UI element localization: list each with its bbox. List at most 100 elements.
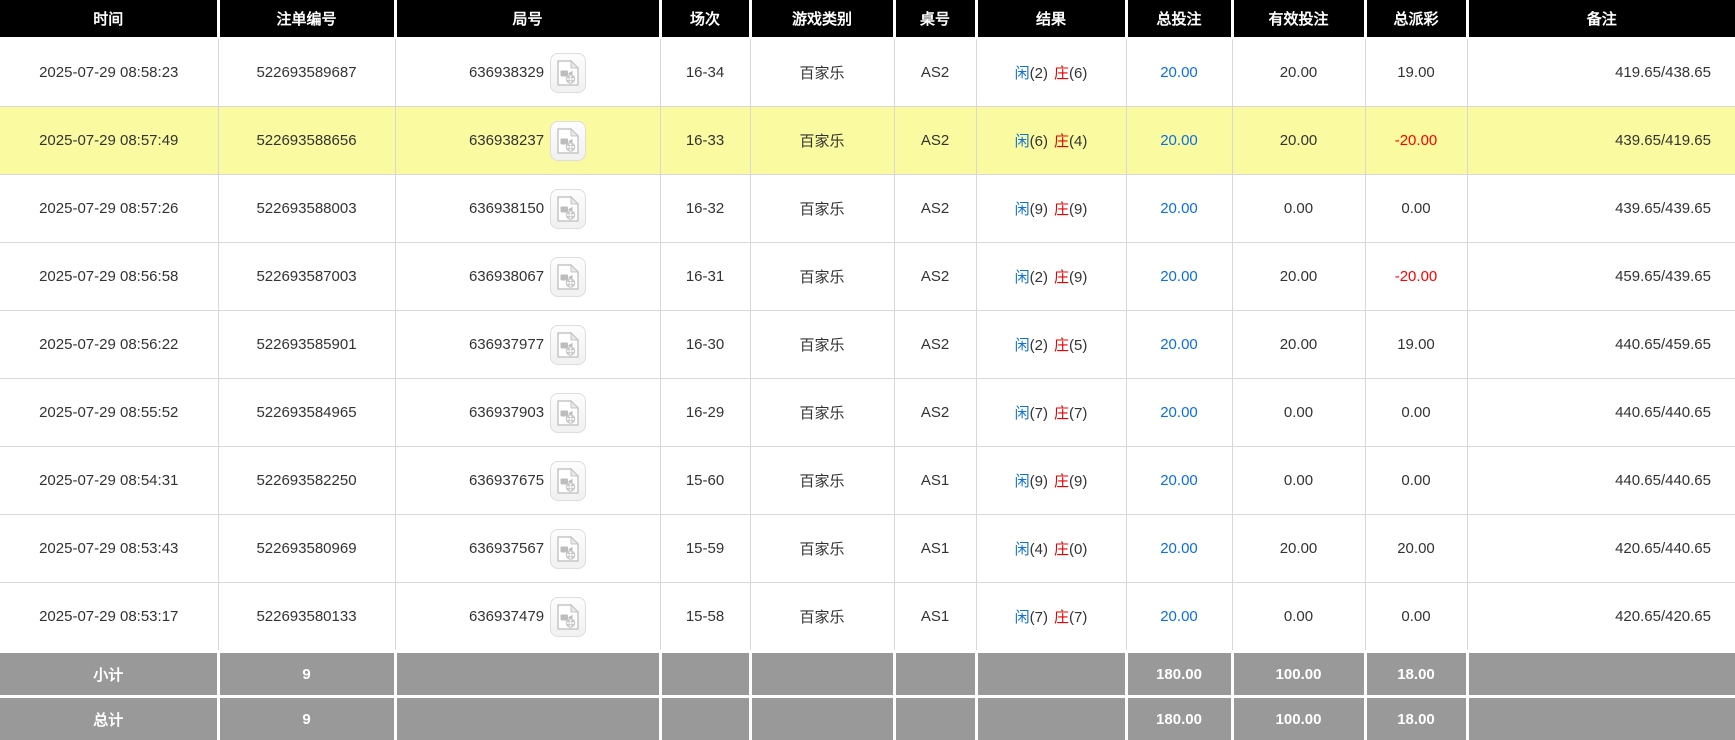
cell-session: 16-29 — [660, 379, 750, 447]
round-number: 636938237 — [469, 132, 544, 149]
cell-total-bet: 20.00 — [1126, 107, 1232, 175]
cell-total-bet: 20.00 — [1126, 243, 1232, 311]
cell-game-type: 百家乐 — [750, 107, 894, 175]
banker-result-label: 庄 — [1054, 133, 1069, 150]
video-file-icon — [557, 60, 579, 86]
banker-result-value: (5) — [1069, 337, 1087, 354]
video-replay-button[interactable] — [550, 325, 586, 365]
round-number: 636938150 — [469, 200, 544, 217]
banker-result-label: 庄 — [1054, 473, 1069, 490]
table-row: 2025-07-29 08:58:23 522693589687 6369383… — [0, 38, 1735, 107]
player-result-value: (7) — [1030, 405, 1048, 422]
col-header-total-payout: 总派彩 — [1365, 0, 1467, 38]
cell-bet-id: 522693587003 — [218, 243, 395, 311]
table-row-highlighted: 2025-07-29 08:57:49 522693588656 6369382… — [0, 107, 1735, 175]
player-result-value: (6) — [1030, 133, 1048, 150]
banker-result-label: 庄 — [1054, 65, 1069, 82]
bet-history-table: 时间 注单编号 局号 场次 游戏类别 桌号 结果 总投注 有效投注 总派彩 备注… — [0, 0, 1735, 740]
summary-section: 小计 9 180.00 100.00 18.00 总计 9 180.00 100… — [0, 652, 1735, 740]
cell-round-id: 636937479 — [395, 583, 660, 652]
cell-result: 闲(4)庄(0) — [976, 515, 1126, 583]
video-file-icon — [557, 468, 579, 494]
cell-table-no: AS2 — [894, 175, 976, 243]
banker-result-value: (7) — [1069, 405, 1087, 422]
video-replay-button[interactable] — [550, 461, 586, 501]
video-replay-button[interactable] — [550, 597, 586, 637]
player-result-value: (9) — [1030, 201, 1048, 218]
cell-session: 16-30 — [660, 311, 750, 379]
cell-remark: 419.65/438.65 — [1467, 38, 1735, 107]
table-row: 2025-07-29 08:54:31 522693582250 6369376… — [0, 447, 1735, 515]
cell-round-id: 636937567 — [395, 515, 660, 583]
cell-total-bet: 20.00 — [1126, 515, 1232, 583]
cell-remark: 440.65/440.65 — [1467, 379, 1735, 447]
player-result-value: (9) — [1030, 473, 1048, 490]
cell-total-payout: 19.00 — [1365, 311, 1467, 379]
round-number: 636938329 — [469, 64, 544, 81]
video-replay-button[interactable] — [550, 257, 586, 297]
cell-bet-id: 522693589687 — [218, 38, 395, 107]
cell-result: 闲(2)庄(9) — [976, 243, 1126, 311]
cell-table-no: AS2 — [894, 243, 976, 311]
cell-bet-id: 522693588656 — [218, 107, 395, 175]
cell-game-type: 百家乐 — [750, 175, 894, 243]
video-replay-button[interactable] — [550, 529, 586, 569]
cell-table-no: AS1 — [894, 447, 976, 515]
table-row: 2025-07-29 08:53:17 522693580133 6369374… — [0, 583, 1735, 652]
video-file-icon — [557, 196, 579, 222]
cell-round-id: 636938329 — [395, 38, 660, 107]
cell-total-payout: 0.00 — [1365, 447, 1467, 515]
cell-round-id: 636938237 — [395, 107, 660, 175]
cell-time: 2025-07-29 08:57:49 — [0, 107, 218, 175]
player-result-value: (7) — [1030, 609, 1048, 626]
video-replay-button[interactable] — [550, 393, 586, 433]
cell-valid-bet: 20.00 — [1232, 38, 1365, 107]
banker-result-value: (0) — [1069, 541, 1087, 558]
player-result-label: 闲 — [1015, 609, 1030, 626]
cell-session: 15-59 — [660, 515, 750, 583]
subtotal-count: 9 — [218, 652, 395, 697]
cell-game-type: 百家乐 — [750, 583, 894, 652]
grand-total-valid-bet: 100.00 — [1232, 697, 1365, 740]
subtotal-label: 小计 — [0, 652, 218, 697]
cell-session: 16-33 — [660, 107, 750, 175]
col-header-bet-id: 注单编号 — [218, 0, 395, 38]
cell-total-bet: 20.00 — [1126, 175, 1232, 243]
cell-valid-bet: 0.00 — [1232, 175, 1365, 243]
cell-bet-id: 522693584965 — [218, 379, 395, 447]
player-result-label: 闲 — [1015, 541, 1030, 558]
video-replay-button[interactable] — [550, 53, 586, 93]
cell-game-type: 百家乐 — [750, 379, 894, 447]
cell-total-bet: 20.00 — [1126, 583, 1232, 652]
cell-table-no: AS2 — [894, 107, 976, 175]
cell-valid-bet: 0.00 — [1232, 379, 1365, 447]
cell-remark: 420.65/440.65 — [1467, 515, 1735, 583]
col-header-table-no: 桌号 — [894, 0, 976, 38]
cell-time: 2025-07-29 08:57:26 — [0, 175, 218, 243]
cell-round-id: 636937903 — [395, 379, 660, 447]
video-replay-button[interactable] — [550, 121, 586, 161]
cell-result: 闲(2)庄(5) — [976, 311, 1126, 379]
table-row: 2025-07-29 08:57:26 522693588003 6369381… — [0, 175, 1735, 243]
cell-bet-id: 522693580133 — [218, 583, 395, 652]
cell-bet-id: 522693585901 — [218, 311, 395, 379]
cell-result: 闲(7)庄(7) — [976, 379, 1126, 447]
cell-total-bet: 20.00 — [1126, 447, 1232, 515]
player-result-value: (2) — [1030, 337, 1048, 354]
banker-result-value: (4) — [1069, 133, 1087, 150]
round-number: 636937567 — [469, 540, 544, 557]
cell-table-no: AS1 — [894, 583, 976, 652]
banker-result-value: (6) — [1069, 65, 1087, 82]
cell-session: 15-58 — [660, 583, 750, 652]
cell-time: 2025-07-29 08:58:23 — [0, 38, 218, 107]
video-file-icon — [557, 264, 579, 290]
grand-total-label: 总计 — [0, 697, 218, 740]
player-result-label: 闲 — [1015, 133, 1030, 150]
round-number: 636937977 — [469, 336, 544, 353]
cell-remark: 439.65/439.65 — [1467, 175, 1735, 243]
cell-bet-id: 522693582250 — [218, 447, 395, 515]
cell-round-id: 636937977 — [395, 311, 660, 379]
subtotal-valid-bet: 100.00 — [1232, 652, 1365, 697]
video-replay-button[interactable] — [550, 189, 586, 229]
banker-result-label: 庄 — [1054, 405, 1069, 422]
